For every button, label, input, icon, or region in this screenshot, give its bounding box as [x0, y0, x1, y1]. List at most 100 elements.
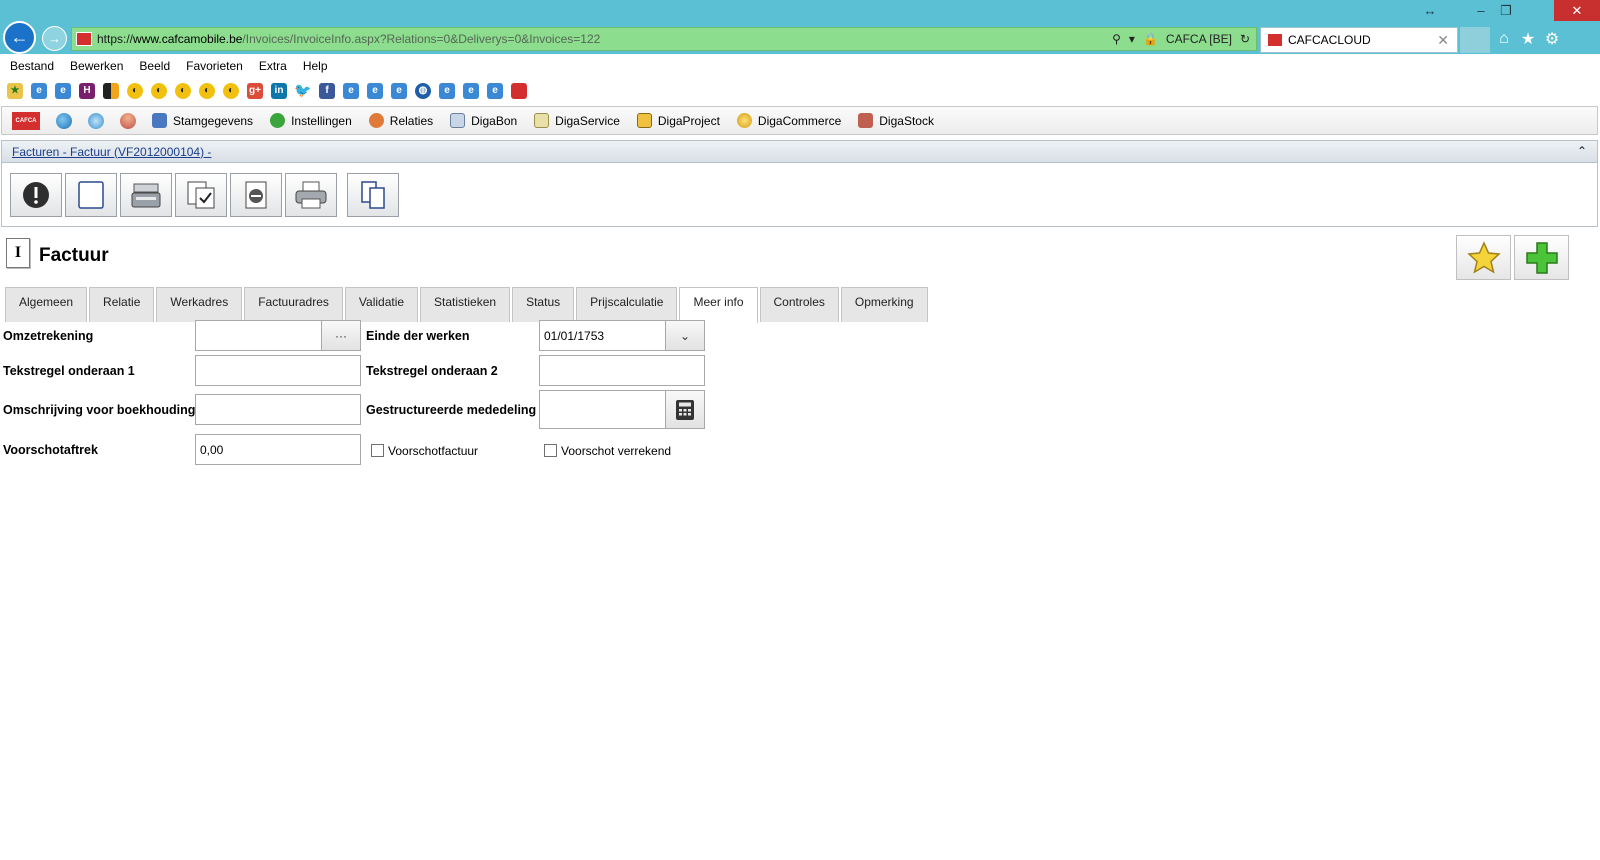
address-bar[interactable]: https://www.cafcamobile.be/Invoices/Invo… [71, 27, 1257, 51]
sync-icon[interactable] [88, 112, 104, 129]
tab-validatie[interactable]: Validatie [344, 287, 419, 322]
breadcrumb[interactable]: Facturen - Factuur (VF2012000104) - [12, 145, 211, 159]
gestructureerde-mededeling-field[interactable] [539, 390, 705, 429]
print-button[interactable] [285, 173, 337, 217]
ie-favorite-icon[interactable]: e [31, 82, 47, 99]
service-icon [534, 113, 550, 128]
toolbar-item-digabon[interactable]: DigaBon [450, 113, 517, 128]
toolbar-item-digacommerce[interactable]: DigaCommerce [736, 113, 842, 128]
collapse-icon[interactable]: ⌃ [1577, 144, 1587, 158]
user-icon[interactable] [120, 112, 136, 129]
toolbar-item-digaproject[interactable]: DigaProject [636, 113, 720, 128]
tab-status[interactable]: Status [512, 287, 575, 322]
toolbar-label: DigaCommerce [757, 113, 842, 128]
einde-der-werken-field[interactable]: 01/01/1753 ⌄ [539, 320, 705, 351]
omzetrekening-lookup-button[interactable]: ··· [321, 321, 360, 350]
omzetrekening-field[interactable]: ··· [195, 320, 361, 351]
tab-algemeen[interactable]: Algemeen [5, 287, 88, 322]
cafca-logo[interactable]: CAFCA [12, 111, 40, 130]
tab-statistieken[interactable]: Statistieken [420, 287, 511, 322]
settings-gear-icon[interactable]: ⚙ [1542, 29, 1562, 49]
facebook-icon[interactable]: f [319, 82, 335, 99]
tab-close-icon[interactable]: ✕ [1437, 32, 1449, 49]
resize-icon[interactable]: ↔ [1415, 0, 1445, 21]
stop-button[interactable] [230, 173, 282, 217]
dropdown-arrow-icon[interactable]: ▾ [1129, 32, 1135, 46]
url-host: www.cafcamobile.be [133, 32, 243, 46]
close-window-button[interactable]: ✕ [1554, 0, 1600, 21]
page-title: Factuur [39, 245, 109, 266]
yellow-site-icon[interactable]: ◐ [151, 82, 167, 99]
voorschotaftrek-field[interactable]: 0,00 [195, 434, 361, 465]
twitter-icon[interactable]: 🐦 [294, 82, 312, 99]
yellow-site-icon[interactable]: ◐ [223, 82, 239, 99]
site-identity[interactable]: CAFCA [BE] [1166, 32, 1232, 46]
back-button[interactable]: ← [3, 21, 36, 54]
tab-relatie[interactable]: Relatie [89, 287, 155, 322]
linkedin-icon[interactable]: in [271, 82, 287, 99]
toolbar-item-stamgegevens[interactable]: Stamgegevens [152, 113, 253, 128]
tab-opmerking[interactable]: Opmerking [840, 287, 928, 322]
cafca-favorite-icon[interactable] [511, 82, 527, 99]
site-favicon-icon [76, 32, 92, 46]
voorschotfactuur-checkbox[interactable] [371, 444, 384, 457]
tab-werkadres[interactable]: Werkadres [156, 287, 243, 322]
toolbar-item-digaservice[interactable]: DigaService [534, 113, 620, 128]
search-icon[interactable]: ⚲ [1112, 32, 1121, 46]
globe-icon[interactable]: ◍ [415, 82, 431, 99]
tekstregel-1-field[interactable] [195, 355, 361, 386]
browser-tab[interactable]: CAFCACLOUD ✕ [1260, 27, 1458, 53]
ie-favorite-icon[interactable]: e [391, 82, 407, 99]
add-favorite-icon[interactable]: ★ [7, 82, 23, 99]
forward-button[interactable]: → [42, 26, 67, 51]
new-tab-button[interactable] [1460, 27, 1490, 53]
h-site-icon[interactable]: H [79, 82, 95, 99]
date-dropdown-button[interactable]: ⌄ [665, 321, 704, 350]
register-button[interactable] [120, 173, 172, 217]
toolbar-item-instellingen[interactable]: Instellingen [270, 113, 352, 128]
flag-site-icon[interactable] [103, 82, 119, 99]
ie-favorite-icon[interactable]: e [343, 82, 359, 99]
menu-item-extra[interactable]: Extra [259, 59, 287, 73]
google-plus-icon[interactable]: g+ [247, 82, 263, 99]
ie-favorite-icon[interactable]: e [439, 82, 455, 99]
url-path: /Invoices/InvoiceInfo.aspx?Relations=0&D… [242, 32, 601, 46]
ie-favorite-icon[interactable]: e [463, 82, 479, 99]
omschrijving-boekhouding-field[interactable] [195, 394, 361, 425]
menu-item-bewerken[interactable]: Bewerken [70, 59, 123, 73]
calculator-button[interactable] [665, 391, 704, 428]
yellow-site-icon[interactable]: ◐ [199, 82, 215, 99]
toolbar-label: Instellingen [291, 113, 352, 128]
restore-button[interactable]: ❐ [1491, 0, 1521, 21]
tekstregel-1-label: Tekstregel onderaan 1 [3, 364, 135, 378]
add-button[interactable] [1514, 235, 1569, 280]
lock-icon[interactable]: 🔒 [1143, 32, 1158, 46]
settings-icon [270, 113, 286, 128]
menu-item-beeld[interactable]: Beeld [139, 59, 170, 73]
tab-controles[interactable]: Controles [759, 287, 839, 322]
favorites-star-icon[interactable]: ★ [1518, 29, 1538, 49]
tekstregel-2-field[interactable] [539, 355, 705, 386]
toolbar-item-relaties[interactable]: Relaties [368, 113, 433, 128]
voorschot-verrekend-checkbox[interactable] [544, 444, 557, 457]
toolbar-item-digastock[interactable]: DigaStock [858, 113, 934, 128]
yellow-site-icon[interactable]: ◐ [127, 82, 143, 99]
menu-item-bestand[interactable]: Bestand [10, 59, 54, 73]
ie-favorite-icon[interactable]: e [55, 82, 71, 99]
menu-item-help[interactable]: Help [303, 59, 328, 73]
validate-button[interactable] [175, 173, 227, 217]
ie-favorite-icon[interactable]: e [487, 82, 503, 99]
tab-factuuradres[interactable]: Factuuradres [244, 287, 343, 322]
info-button[interactable] [10, 173, 62, 217]
tab-prijscalculatie[interactable]: Prijscalculatie [576, 287, 678, 322]
globe-icon[interactable] [56, 112, 72, 129]
refresh-icon[interactable]: ↻ [1240, 32, 1250, 46]
yellow-site-icon[interactable]: ◐ [175, 82, 191, 99]
favorite-button[interactable] [1456, 235, 1511, 280]
menu-item-favorieten[interactable]: Favorieten [186, 59, 243, 73]
new-document-button[interactable] [65, 173, 117, 217]
ie-favorite-icon[interactable]: e [367, 82, 383, 99]
tab-meer-info[interactable]: Meer info [679, 287, 758, 323]
home-icon[interactable]: ⌂ [1494, 29, 1514, 49]
copy-button[interactable] [347, 173, 399, 217]
